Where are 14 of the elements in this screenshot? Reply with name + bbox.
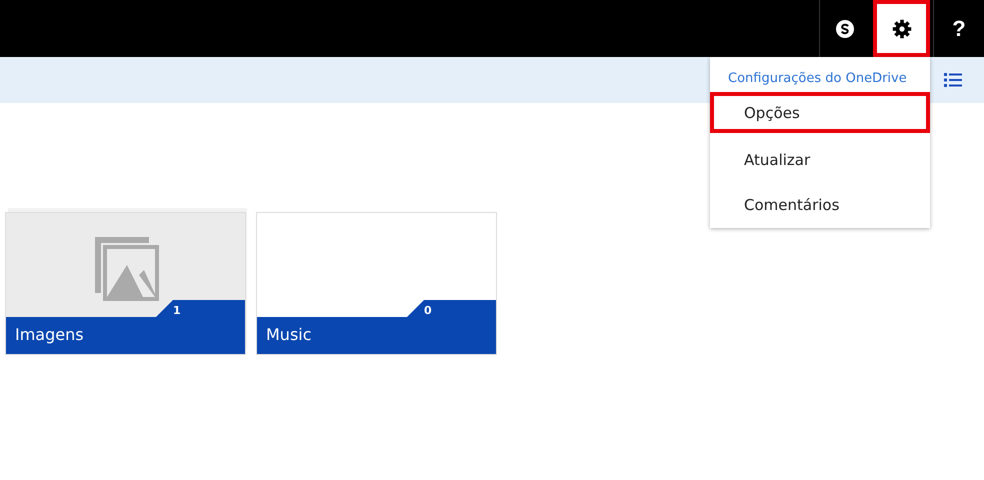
settings-button[interactable] bbox=[873, 0, 930, 57]
photos-icon bbox=[93, 235, 159, 301]
menu-title: Configurações do OneDrive bbox=[727, 71, 908, 86]
menu-item[interactable]: Comentários bbox=[710, 182, 930, 228]
folder-name: Imagens bbox=[15, 325, 84, 344]
menu-item[interactable]: Atualizar bbox=[710, 137, 930, 183]
folder-tile[interactable]: 0 Music bbox=[256, 212, 497, 355]
item-count: 1 bbox=[173, 304, 181, 317]
settings-icon bbox=[892, 18, 912, 38]
list-icon bbox=[944, 73, 962, 87]
item-count: 0 bbox=[424, 304, 432, 317]
folder-name: Music bbox=[266, 325, 312, 344]
menu-item[interactable]: Opções bbox=[710, 92, 930, 134]
list-view-button[interactable] bbox=[944, 73, 962, 87]
